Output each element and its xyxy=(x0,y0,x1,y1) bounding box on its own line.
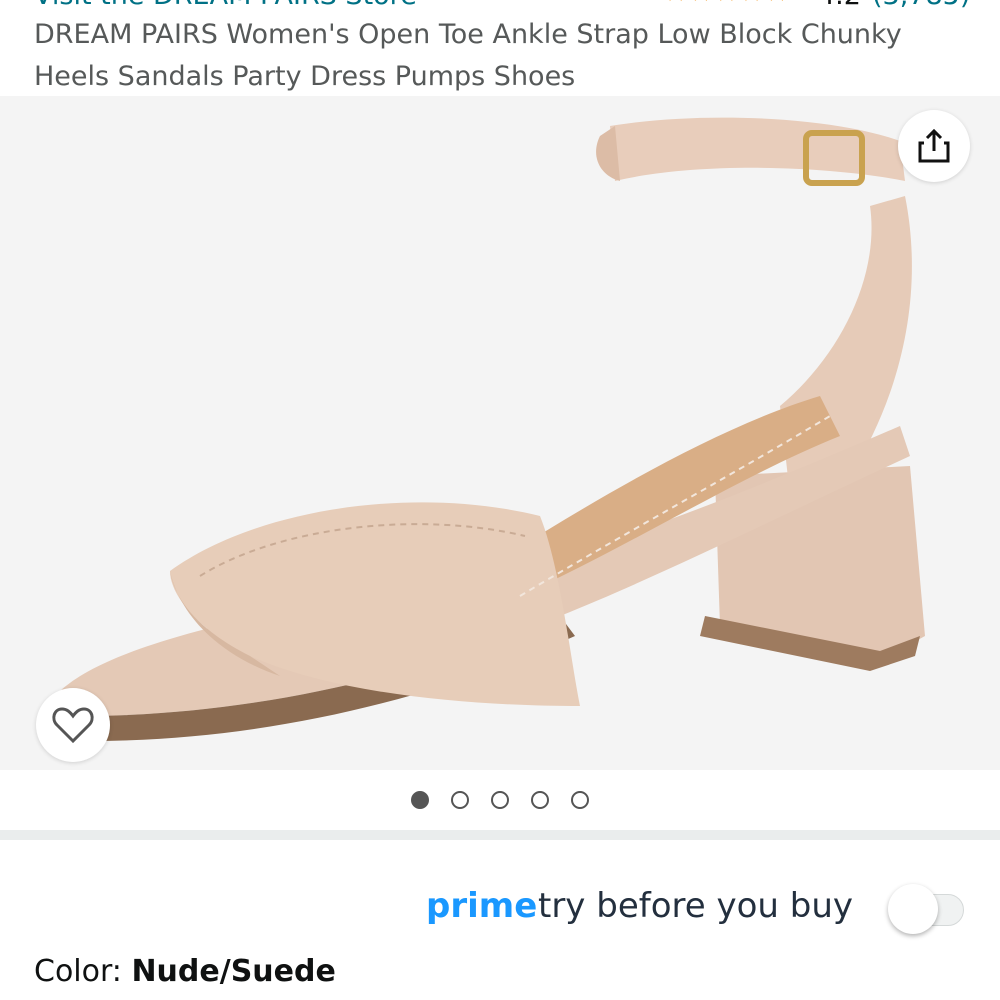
prime-toggle[interactable] xyxy=(888,884,966,936)
color-selection: Color: Nude/Suede xyxy=(34,954,336,989)
store-link[interactable]: Visit the DREAM PAIRS Store xyxy=(34,0,417,11)
product-title: DREAM PAIRS Women's Open Toe Ankle Strap… xyxy=(34,19,902,92)
pagination-dot-4[interactable] xyxy=(531,791,549,809)
wishlist-button[interactable] xyxy=(36,688,110,762)
prime-try-before-you-buy: prime try before you buy xyxy=(0,866,1000,946)
share-icon xyxy=(918,128,950,163)
rating-value: 4.2 xyxy=(818,0,861,11)
section-divider xyxy=(0,830,1000,840)
rating-stars[interactable]: ★★★★☆ xyxy=(664,0,791,8)
product-image-gallery[interactable] xyxy=(0,96,1000,770)
pagination-dot-1[interactable] xyxy=(411,791,429,809)
toggle-knob xyxy=(888,884,938,934)
prime-tagline: try before you buy xyxy=(538,886,853,926)
product-image[interactable] xyxy=(0,96,1000,770)
color-value: Nude/Suede xyxy=(131,954,336,989)
prime-logo: prime xyxy=(426,886,538,926)
rating-count-link[interactable]: (3,785) xyxy=(872,0,970,11)
pagination-dot-3[interactable] xyxy=(491,791,509,809)
pagination-dot-2[interactable] xyxy=(451,791,469,809)
image-pagination xyxy=(0,770,1000,830)
color-label: Color: xyxy=(34,954,132,989)
heart-icon xyxy=(52,707,94,744)
pagination-dot-5[interactable] xyxy=(571,791,589,809)
share-button[interactable] xyxy=(898,110,970,182)
